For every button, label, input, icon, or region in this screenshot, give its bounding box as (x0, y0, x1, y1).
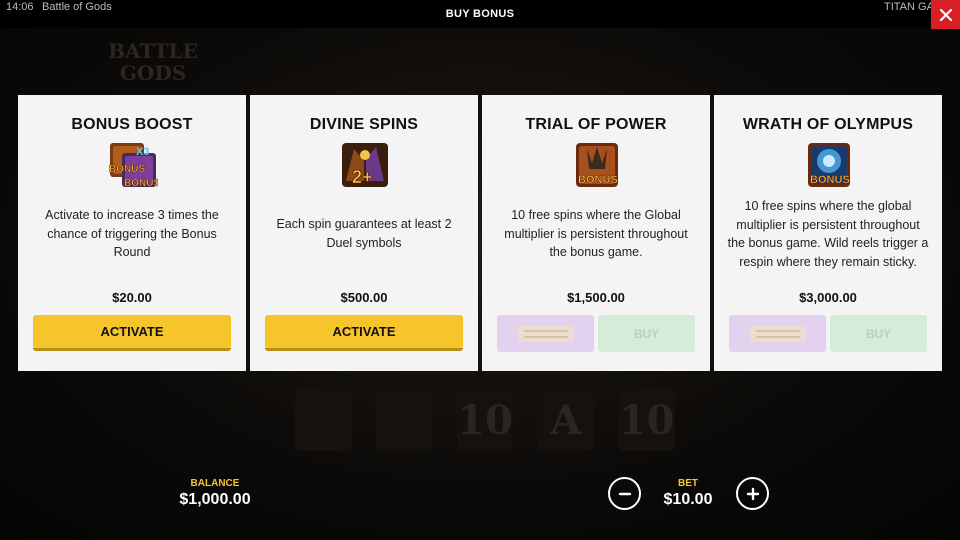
close-button[interactable] (931, 0, 960, 29)
card-price: $3,000.00 (799, 290, 857, 305)
divine-spins-icon: 2+ (342, 143, 388, 187)
page-title: BUY BONUS (445, 8, 515, 20)
increase-bet-button[interactable] (736, 477, 769, 510)
bet-value: $10.00 (663, 491, 713, 508)
buy-button[interactable]: BUY (830, 315, 927, 352)
icon-badge-text: BONUS (810, 174, 850, 186)
icon-badge-text: BONUS (124, 178, 158, 189)
icon-badge-text: BONUS (578, 174, 618, 186)
background-symbol: A (537, 389, 595, 451)
buy-button[interactable]: BUY (598, 315, 695, 352)
balance-label: BALANCE (190, 478, 240, 489)
background-symbol (375, 389, 433, 451)
card-title: DIVINE SPINS (309, 116, 419, 133)
plus-icon (746, 487, 759, 500)
card-price: $500.00 (340, 290, 388, 305)
icon-multiplier-text: X3 (136, 146, 149, 158)
activate-button[interactable]: ACTIVATE (265, 315, 463, 351)
activate-button[interactable]: ACTIVATE (33, 315, 231, 351)
provider-name: TITAN GA (884, 1, 934, 13)
balance-value: $1,000.00 (179, 491, 251, 508)
decrease-bet-button[interactable] (608, 477, 641, 510)
bonus-card-divine-spins: DIVINE SPINS 2+ Each spin guarantees at … (250, 95, 478, 371)
bonus-boost-x3-icon: X3 BONUS BONUS (109, 143, 158, 189)
wrath-of-olympus-icon: BONUS (808, 143, 850, 187)
background-symbol: 10 (618, 389, 675, 451)
minus-icon (618, 492, 631, 495)
special-bonus-button[interactable] (729, 315, 826, 352)
icon-count-text: 2+ (352, 167, 373, 187)
card-title: WRATH OF OLYMPUS (742, 116, 914, 133)
bet-label: BET (678, 478, 698, 489)
bonus-card-bonus-boost: BONUS BOOST X3 BONUS BONUS Activate to i… (18, 95, 246, 371)
bonus-options: BONUS BOOST X3 BONUS BONUS Activate to i… (18, 95, 942, 371)
card-title: TRIAL OF POWER (525, 116, 667, 133)
close-icon (939, 8, 952, 21)
background-reel-symbols: 10 A 10 (295, 385, 675, 455)
background-logo-line2: GODS (119, 61, 187, 85)
bonus-card-wrath-of-olympus: WRATH OF OLYMPUS BONUS 10 free spins whe… (714, 95, 942, 371)
trial-of-power-icon: BONUS (576, 143, 618, 187)
background-logo-line1: BATTLE (108, 39, 198, 63)
bonus-card-trial-of-power: TRIAL OF POWER BONUS 10 free spins where… (482, 95, 710, 371)
card-price: $20.00 (112, 290, 152, 305)
top-bar: 14:06 Battle of Gods BUY BONUS TITAN GA (0, 0, 960, 29)
special-bonus-logo-icon (517, 325, 574, 342)
background-logo: BATTLE GODS (108, 40, 198, 100)
card-description: Each spin guarantees at least 2 Duel sym… (276, 217, 452, 250)
card-description: Activate to increase 3 times the chance … (45, 208, 219, 259)
background-symbol (295, 389, 352, 451)
card-description: 10 free spins where the global multiplie… (727, 199, 929, 269)
icon-badge-text: BONUS (109, 164, 145, 175)
special-bonus-logo-icon (749, 325, 806, 342)
special-bonus-button[interactable] (497, 315, 594, 352)
card-description: 10 free spins where the Global multiplie… (504, 208, 688, 259)
card-title: BONUS BOOST (71, 116, 193, 133)
card-price: $1,500.00 (567, 290, 625, 305)
background-symbol: 10 (456, 389, 514, 451)
